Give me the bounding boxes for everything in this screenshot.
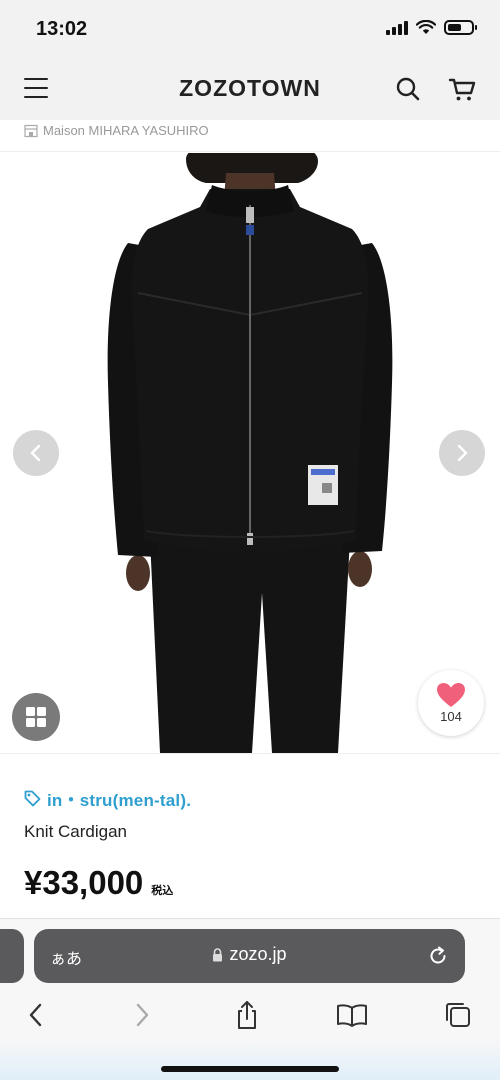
share-icon (233, 1000, 261, 1030)
status-icons (386, 20, 474, 35)
cellular-signal-icon (386, 21, 408, 35)
bookmarks-icon (336, 1002, 368, 1028)
favorite-button[interactable]: 104 (418, 670, 484, 736)
price-row: ¥33,000 税込 (24, 864, 173, 902)
bottom-glow (0, 1040, 500, 1080)
app-header: ZOZOTOWN (0, 58, 500, 120)
browser-toolbar (0, 997, 500, 1037)
url-text: zozo.jp (229, 944, 286, 964)
tag-icon (24, 790, 41, 807)
next-image-button[interactable] (439, 430, 485, 476)
brand-name: in・stru(men-tal). (47, 786, 191, 811)
forward-icon (133, 1002, 151, 1028)
product-name: Knit Cardigan (24, 822, 127, 842)
wifi-icon (416, 20, 436, 35)
bookmarks-button[interactable] (334, 997, 370, 1033)
chevron-right-icon (454, 443, 470, 463)
battery-icon (444, 20, 474, 35)
status-time: 13:02 (36, 18, 87, 41)
tabs-icon (443, 1000, 473, 1030)
grid-icon (24, 705, 48, 729)
lock-icon (212, 948, 223, 962)
store-icon (24, 124, 38, 138)
back-button[interactable] (18, 997, 54, 1033)
shop-name: Maison MIHARA YASUHIRO (43, 123, 209, 138)
back-icon (27, 1002, 45, 1028)
address-bar[interactable]: ぁあ zozo.jp (34, 929, 465, 983)
brand-link[interactable]: in・stru(men-tal). (24, 786, 191, 811)
product-price: ¥33,000 (24, 864, 143, 902)
reload-icon[interactable] (427, 945, 449, 967)
favorite-count: 104 (440, 709, 462, 724)
status-bar: 13:02 (0, 0, 500, 58)
browser-bottom-bar: ぁあ zozo.jp (0, 918, 500, 1080)
shop-breadcrumb[interactable]: Maison MIHARA YASUHIRO (0, 120, 500, 152)
previous-tab-pill[interactable] (0, 929, 24, 983)
cart-icon[interactable] (447, 74, 477, 104)
product-photo (0, 153, 500, 753)
tabs-button[interactable] (440, 997, 476, 1033)
image-grid-button[interactable] (12, 693, 60, 741)
share-button[interactable] (229, 997, 265, 1033)
heart-icon (436, 682, 466, 708)
home-indicator[interactable] (161, 1066, 339, 1072)
product-info: in・stru(men-tal). Knit Cardigan ¥33,000 … (0, 753, 500, 918)
forward-button[interactable] (124, 997, 160, 1033)
tax-label: 税込 (151, 882, 173, 898)
product-image-gallery[interactable]: 104 (0, 153, 500, 753)
previous-image-button[interactable] (13, 430, 59, 476)
url-display: zozo.jp (34, 944, 465, 965)
chevron-left-icon (28, 443, 44, 463)
search-icon[interactable] (393, 74, 423, 104)
site-logo[interactable]: ZOZOTOWN (0, 75, 500, 102)
